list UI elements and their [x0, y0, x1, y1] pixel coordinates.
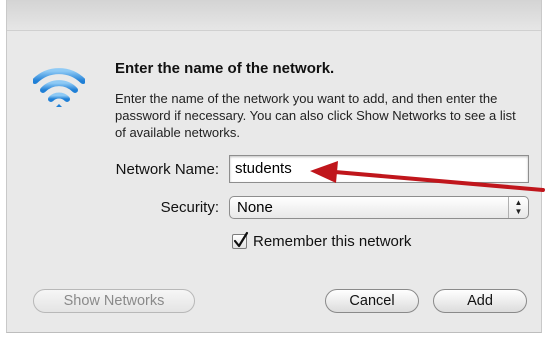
remember-network-label: Remember this network	[253, 232, 412, 250]
dialog-description: Enter the name of the network you want t…	[115, 91, 516, 140]
security-popup[interactable]: None ▲ ▼	[229, 196, 529, 219]
cancel-button[interactable]: Cancel	[325, 289, 419, 313]
checkmark-icon	[233, 231, 249, 247]
wifi-icon	[32, 64, 86, 110]
add-network-dialog: Enter the name of the network. Enter the…	[6, 0, 542, 333]
remember-network-row[interactable]: Remember this network	[232, 231, 411, 251]
network-name-field[interactable]: students	[229, 155, 529, 183]
remember-network-checkbox[interactable]	[232, 231, 249, 249]
updown-arrows-icon: ▲ ▼	[508, 197, 528, 218]
sheet-top-bar	[7, 0, 541, 31]
security-label: Security:	[160, 199, 219, 216]
network-name-label: Network Name:	[115, 161, 219, 178]
add-button[interactable]: Add	[433, 289, 527, 313]
security-value: None	[237, 199, 273, 216]
dialog-title: Enter the name of the network.	[115, 60, 335, 77]
show-networks-button[interactable]: Show Networks	[33, 289, 195, 313]
